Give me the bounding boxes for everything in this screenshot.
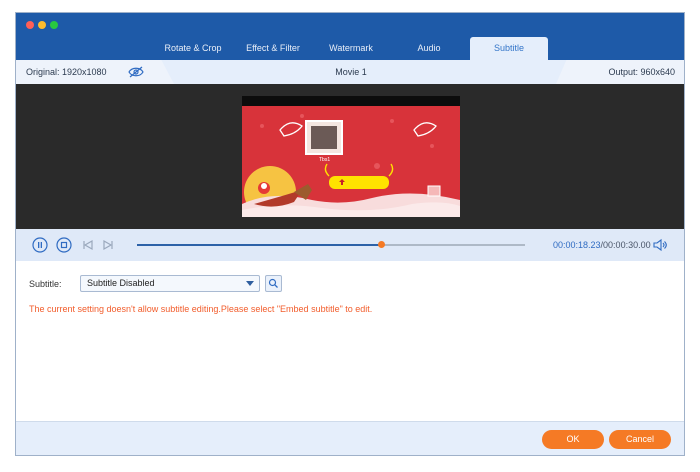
stamp-label: Tbs1 (319, 157, 330, 163)
zoom-window-button[interactable] (50, 21, 58, 29)
skip-back-icon[interactable] (80, 237, 96, 253)
subtitle-warning-text: The current setting doesn't allow subtit… (29, 304, 373, 314)
chevron-down-icon (246, 281, 254, 286)
total-time: /00:00:30.00 (600, 240, 651, 250)
editor-window: Rotate & Crop Effect & Filter Watermark … (15, 12, 685, 456)
preview-area: Tbs1 (16, 84, 684, 229)
footer-bar: OK Cancel (16, 421, 684, 455)
tab-watermark[interactable]: Watermark (312, 37, 390, 60)
output-resolution: Output: 960x640 (556, 60, 684, 84)
progress-fill (137, 244, 382, 246)
play-icon[interactable] (32, 237, 48, 253)
video-frame: Tbs1 (242, 96, 460, 217)
subtitle-selected-value: Subtitle Disabled (87, 278, 155, 288)
close-window-button[interactable] (26, 21, 34, 29)
stop-icon[interactable] (56, 237, 72, 253)
current-time: 00:00:18.23 (553, 240, 601, 250)
skip-forward-icon[interactable] (100, 237, 116, 253)
tab-rotate-crop[interactable]: Rotate & Crop (154, 37, 232, 60)
video-thumbnail: Tbs1 (242, 96, 460, 217)
gift-icon (427, 185, 441, 197)
search-icon (268, 278, 278, 288)
info-bar: Original: 1920x1080 Movie 1 Output: 960x… (16, 60, 684, 84)
ok-button[interactable]: OK (542, 430, 604, 449)
tab-audio[interactable]: Audio (390, 37, 468, 60)
tab-effect-filter[interactable]: Effect & Filter (234, 37, 312, 60)
cancel-button[interactable]: Cancel (609, 430, 671, 449)
subtitle-label: Subtitle: (29, 279, 62, 289)
progress-handle[interactable] (378, 241, 386, 248)
tab-subtitle[interactable]: Subtitle (470, 37, 548, 60)
video-button-graphic (329, 176, 389, 189)
minimize-window-button[interactable] (38, 21, 46, 29)
title-bar: Rotate & Crop Effect & Filter Watermark … (16, 13, 684, 60)
subtitle-panel: Subtitle: Subtitle Disabled The current … (16, 261, 684, 421)
volume-icon[interactable] (652, 237, 668, 253)
time-readout: 00:00:18.23/00:00:30.00 (553, 238, 651, 252)
subtitle-select[interactable]: Subtitle Disabled (80, 275, 260, 292)
search-subtitle-button[interactable] (265, 275, 282, 292)
progress-slider[interactable] (137, 241, 525, 248)
playback-controls: 00:00:18.23/00:00:30.00 (16, 229, 684, 261)
